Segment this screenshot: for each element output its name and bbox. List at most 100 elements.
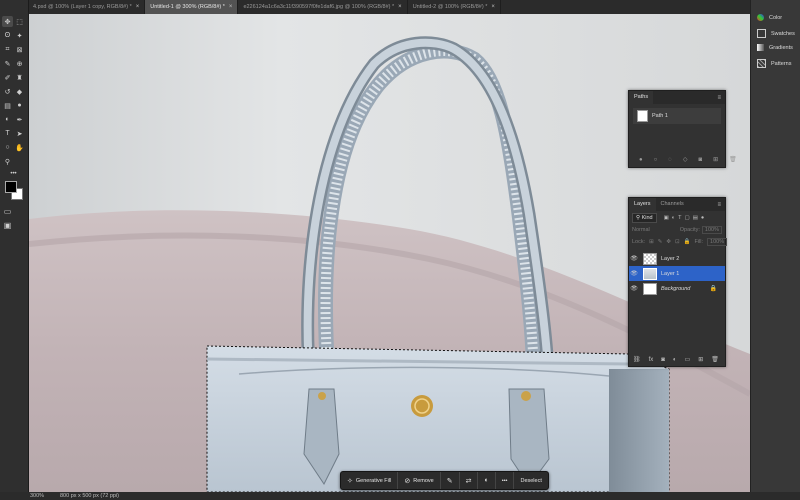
healing-icon[interactable]: ⊕ (14, 58, 25, 69)
stroke-path-icon[interactable]: ○ (654, 157, 658, 163)
modify-selection-button[interactable]: ✎ (441, 472, 460, 489)
fill-path-icon[interactable]: ● (639, 157, 643, 163)
invert-selection-button[interactable]: ⇄ (460, 472, 479, 489)
move-icon[interactable]: ✥ (2, 16, 13, 27)
fill-label: Fill: (694, 239, 704, 245)
add-mask-icon[interactable]: ◙ (661, 357, 665, 363)
close-icon[interactable]: × (398, 0, 402, 14)
lasso-icon[interactable]: ʘ (2, 30, 13, 41)
delete-path-icon[interactable]: 🗑 (729, 156, 737, 163)
make-path-icon[interactable]: ◇ (683, 156, 688, 163)
visibility-eye-icon[interactable]: 👁 (629, 270, 639, 277)
filter-adjustment-icon[interactable]: ◐ (672, 215, 675, 221)
swatches-icon (757, 29, 766, 38)
dock-swatches[interactable]: Swatches (757, 29, 795, 38)
patterns-icon (757, 59, 766, 68)
more-tools-icon[interactable]: ••• (8, 168, 19, 179)
close-icon[interactable]: × (136, 0, 140, 14)
dock-patterns[interactable]: Patterns (757, 59, 791, 68)
gradient-icon[interactable]: ▤ (2, 100, 13, 111)
close-icon[interactable]: × (491, 0, 495, 14)
layer-filter-row: ⚲ Kind ▣ ◐ T ▢ ▤ ● (629, 211, 725, 224)
load-selection-icon[interactable]: ◌ (668, 157, 672, 163)
dock-color[interactable]: Color (757, 14, 782, 21)
more-options-button[interactable]: ••• (496, 472, 515, 489)
contextual-task-bar: ✧ Generative Fill ⊘ Remove ✎ ⇄ ◐ ••• Des… (340, 471, 549, 490)
panel-menu-icon[interactable]: ≡ (717, 202, 721, 208)
opacity-field[interactable]: 100% (701, 226, 722, 234)
filter-shape-icon[interactable]: ▢ (684, 215, 689, 221)
new-layer-icon[interactable]: ⊞ (698, 356, 703, 363)
tab-channels[interactable]: Channels (656, 198, 689, 211)
filter-toggle-icon[interactable]: ● (701, 215, 704, 221)
eyedropper-icon[interactable]: ✎ (2, 58, 13, 69)
lock-pixels-icon[interactable]: ⊞ (649, 239, 654, 245)
layer-row-layer-1[interactable]: 👁 Layer 1 (629, 266, 725, 281)
adjustment-layer-icon[interactable]: ◐ (673, 357, 677, 363)
screen-mode-icon[interactable]: ▣ (2, 220, 13, 231)
zoom-level[interactable]: 300% (30, 492, 44, 500)
stamp-icon[interactable]: ♜ (14, 72, 25, 83)
group-icon[interactable]: ▭ (685, 356, 691, 363)
mask-button[interactable]: ◐ (478, 472, 496, 489)
tab-4-psd[interactable]: 4.psd @ 100% (Layer 1 copy, RGB/8#) * × (28, 0, 146, 14)
history-brush-icon[interactable]: ↺ (2, 86, 13, 97)
lock-artboard-icon[interactable]: ⊡ (675, 239, 680, 245)
gradients-icon (757, 44, 764, 51)
panel-menu-icon[interactable]: ≡ (717, 95, 721, 101)
add-mask-icon[interactable]: ◙ (698, 157, 702, 163)
fx-icon[interactable]: fx (649, 357, 654, 363)
tab-jpg[interactable]: e226124a1c6a3c11f390597f0fe1daf6.jpg @ 1… (238, 0, 408, 14)
path-item[interactable]: Path 1 (633, 108, 721, 124)
dock-swatches-label: Swatches (771, 30, 795, 37)
quick-mask-icon[interactable]: ▭ (2, 206, 13, 217)
generative-fill-button[interactable]: ✧ Generative Fill (341, 472, 399, 489)
tab-paths[interactable]: Paths (629, 91, 654, 104)
layer-row-background[interactable]: 👁 Background 🔒 (629, 281, 725, 296)
remove-button[interactable]: ⊘ Remove (398, 472, 441, 489)
lock-position-icon[interactable]: ✥ (666, 239, 671, 245)
zoom-icon[interactable]: ⚲ (2, 156, 13, 167)
close-icon[interactable]: × (229, 0, 233, 14)
blend-mode-select[interactable]: Normal (632, 227, 650, 233)
deselect-button[interactable]: Deselect (514, 472, 547, 489)
type-icon[interactable]: T (2, 128, 13, 139)
visibility-eye-icon[interactable]: 👁 (629, 255, 639, 262)
link-icon[interactable]: ⛓ (633, 356, 641, 363)
dock-color-label: Color (769, 14, 783, 21)
frame-icon[interactable]: ⊠ (14, 44, 25, 55)
pen-icon[interactable]: ✒ (14, 114, 25, 125)
delete-layer-icon[interactable]: 🗑 (711, 356, 719, 363)
blur-icon[interactable]: ● (14, 100, 25, 111)
layer-name: Layer 2 (661, 255, 680, 262)
marquee-icon[interactable]: ⬚ (14, 16, 25, 27)
path-thumbnail (637, 110, 648, 122)
filter-pixel-icon[interactable]: ▣ (664, 215, 669, 221)
deselect-label: Deselect (520, 477, 542, 484)
tab-untitled-2[interactable]: Untitled-2 @ 100% (RGB/8#) * × (408, 0, 501, 14)
path-select-icon[interactable]: ➤ (14, 128, 25, 139)
layer-row-layer-2[interactable]: 👁 Layer 2 (629, 251, 725, 266)
lock-all-icon[interactable]: 🔒 (684, 239, 691, 245)
foreground-color-swatch[interactable] (5, 181, 17, 193)
eraser-icon[interactable]: ◆ (14, 86, 25, 97)
path-label: Path 1 (652, 113, 668, 119)
brush-icon[interactable]: ✐ (2, 72, 13, 83)
tab-label: e226124a1c6a3c11f390597f0fe1daf6.jpg @ 1… (243, 4, 395, 10)
dock-gradients[interactable]: Gradients (757, 44, 793, 51)
fill-field[interactable]: 100% (707, 238, 728, 246)
shape-icon[interactable]: ○ (2, 142, 13, 153)
visibility-eye-icon[interactable]: 👁 (629, 285, 639, 292)
filter-type-icon[interactable]: T (678, 215, 681, 221)
crop-icon[interactable]: ⌗ (2, 44, 13, 55)
tab-layers[interactable]: Layers (629, 198, 656, 211)
filter-smart-object-icon[interactable]: ▤ (693, 215, 698, 221)
dodge-icon[interactable]: ◐ (2, 114, 13, 125)
tab-untitled-1[interactable]: Untitled-1 @ 300% (RGB/8#) * × (145, 0, 239, 14)
blend-row: Normal Opacity: 100% (629, 224, 725, 236)
new-path-icon[interactable]: ⊞ (713, 156, 718, 163)
hand-icon[interactable]: ✋ (14, 142, 25, 153)
filter-kind-select[interactable]: ⚲ Kind (632, 212, 657, 223)
lock-image-icon[interactable]: ✎ (658, 239, 663, 245)
magic-wand-icon[interactable]: ✦ (14, 30, 25, 41)
